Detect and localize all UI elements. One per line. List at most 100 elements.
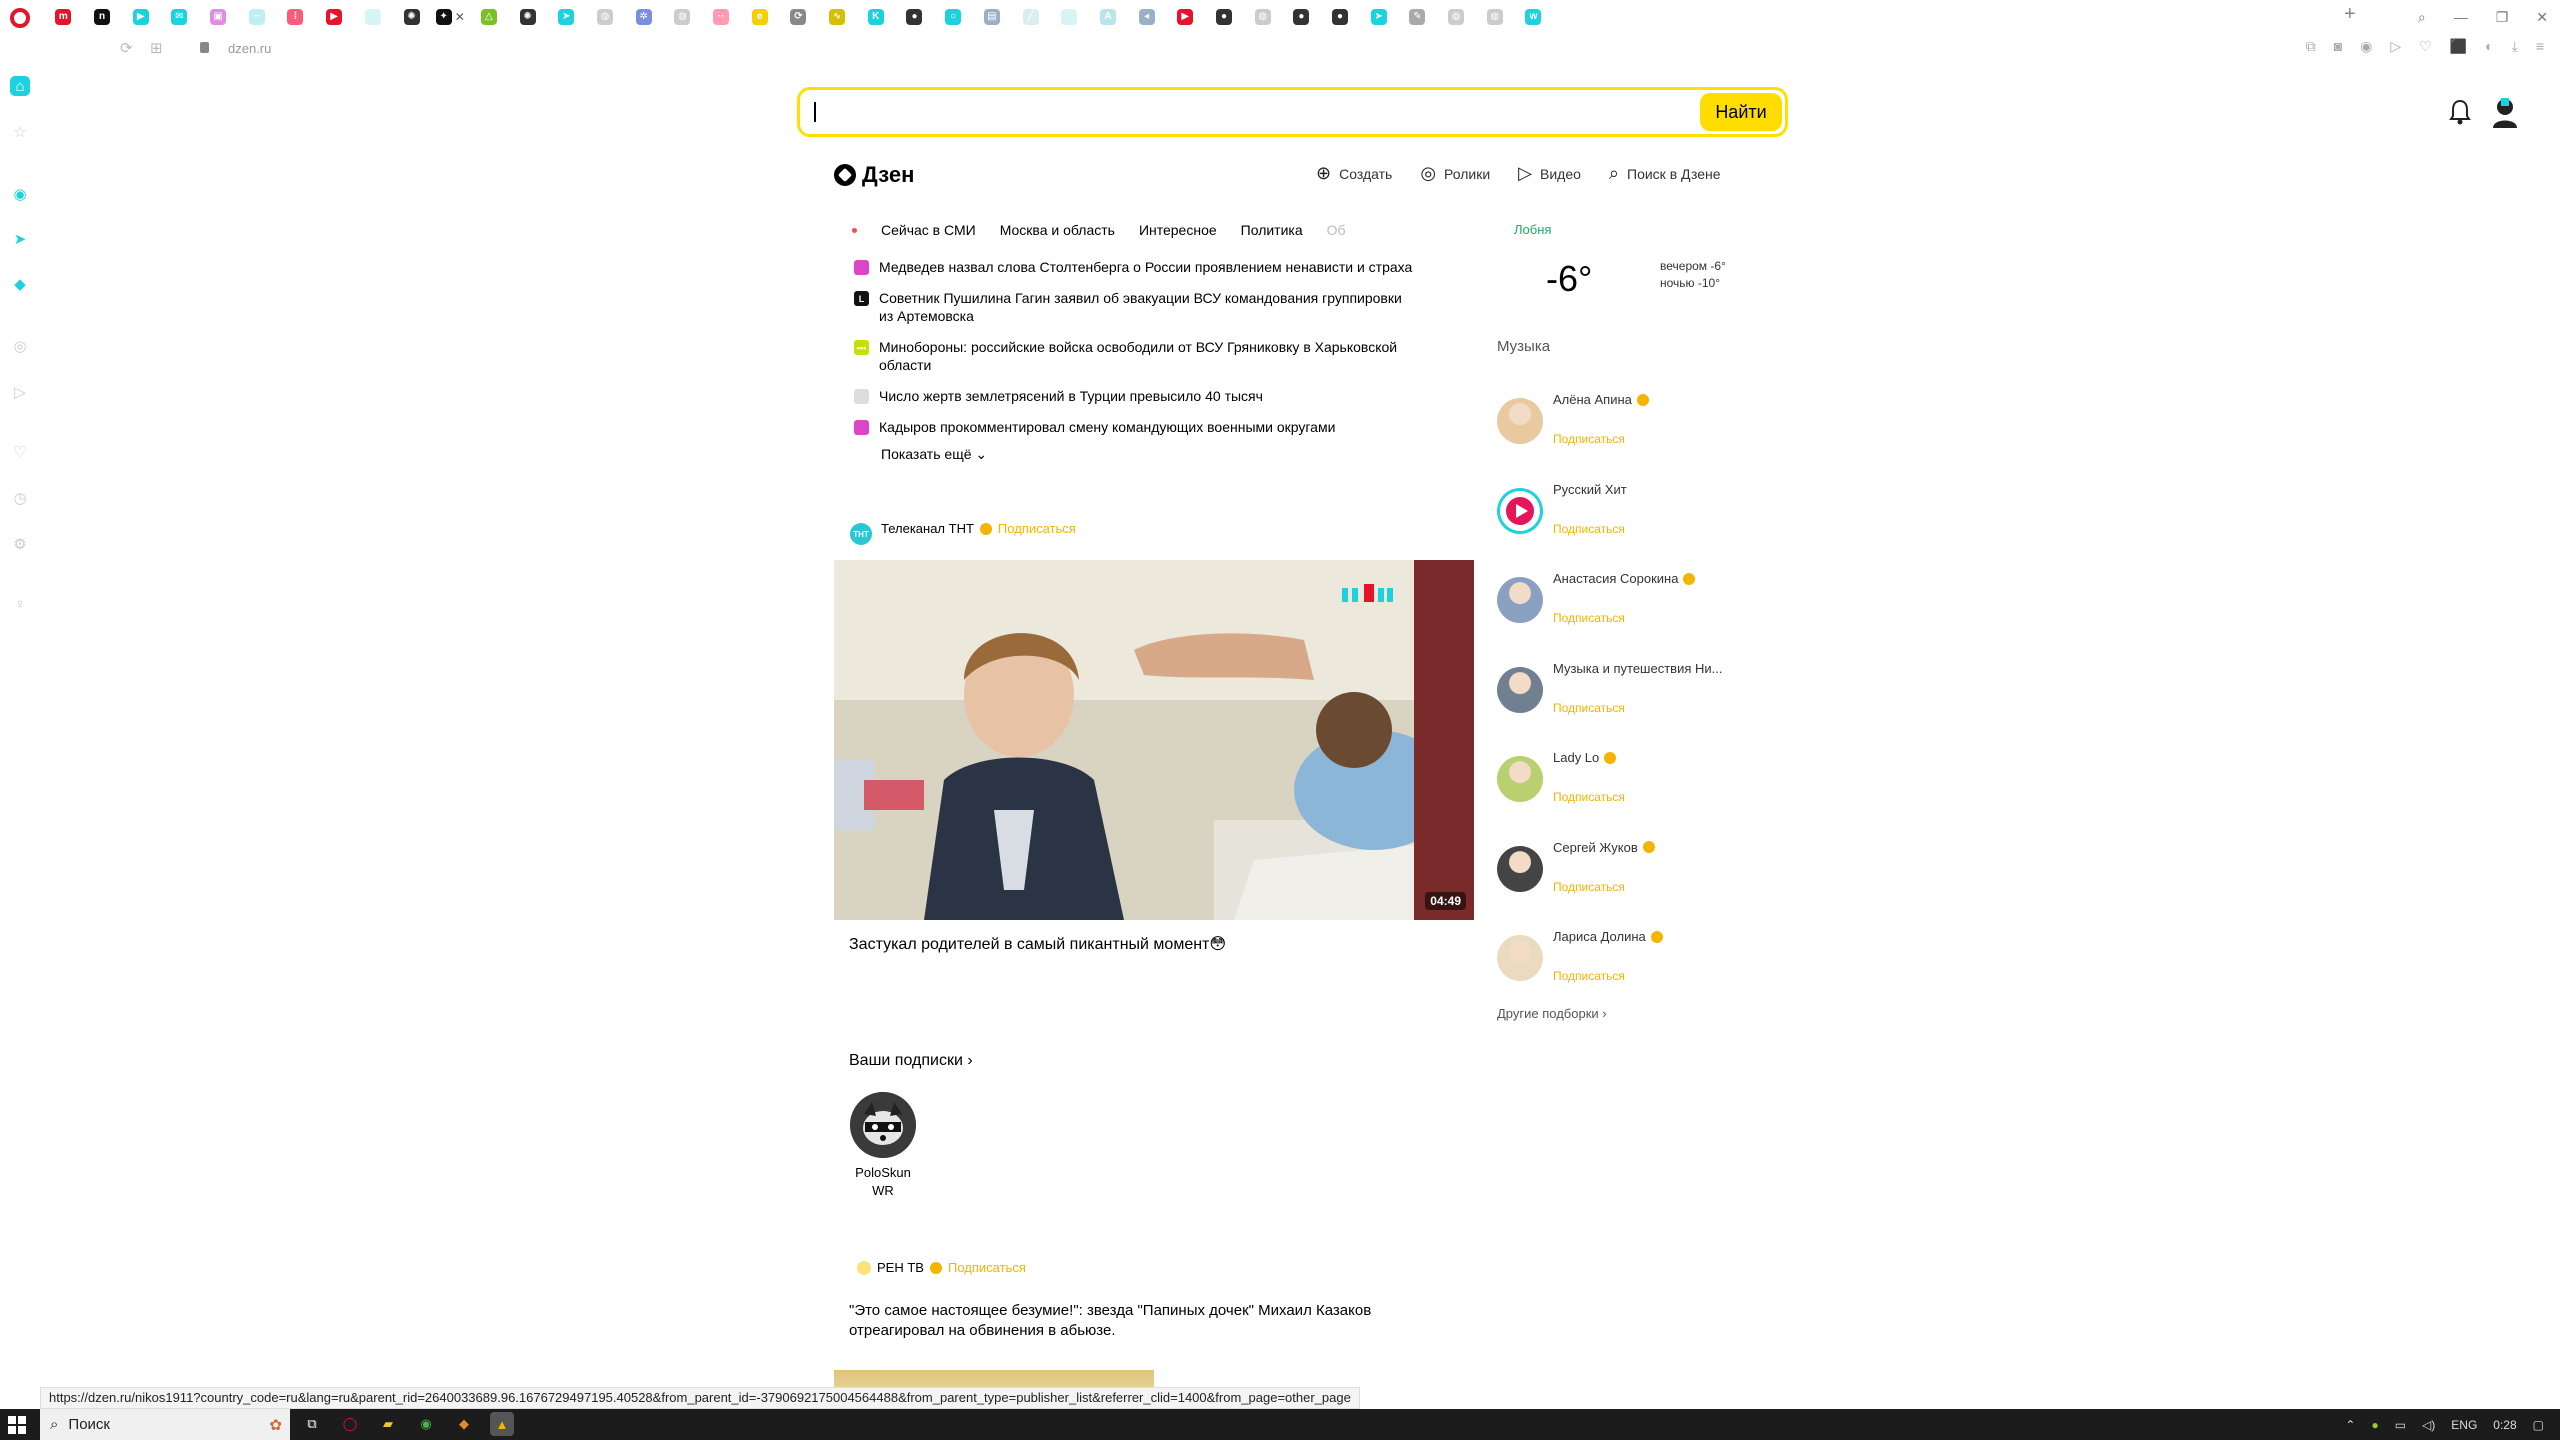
browser-tab[interactable]: ▶ <box>1166 0 1205 34</box>
download-icon[interactable]: ⤓ <box>2512 38 2518 55</box>
browser-tab[interactable]: ∿ <box>818 0 857 34</box>
browser-tab[interactable]: m <box>44 0 83 34</box>
subscribe-link[interactable]: Подписаться <box>1553 701 1625 715</box>
dzen-logo[interactable]: Дзен <box>834 162 914 188</box>
new-tab-button[interactable]: + <box>2344 3 2356 26</box>
browser-tab[interactable]: ◍ <box>1437 0 1476 34</box>
windows-start-icon[interactable] <box>8 1416 26 1434</box>
heart-icon[interactable]: ♡ <box>2419 38 2432 55</box>
vk-icon[interactable]: ◆ <box>10 274 30 294</box>
post-title[interactable]: Застукал родителей в самый пикантный мом… <box>849 934 1226 954</box>
tab-now-in-media[interactable]: Сейчас в СМИ <box>881 222 976 238</box>
post-title[interactable]: "Это самое настоящее безумие!": звезда "… <box>849 1301 1409 1341</box>
browser-tab[interactable]: K <box>856 0 895 34</box>
search-input[interactable] <box>822 98 1722 126</box>
vpn-icon[interactable]: ◉ <box>2360 38 2372 55</box>
music-artist-item[interactable]: Лариса Долина Подписаться <box>1497 929 1757 1009</box>
camera-icon[interactable]: ◙ <box>2334 38 2342 55</box>
browser-tab[interactable]: ● <box>1282 0 1321 34</box>
artist-avatar[interactable] <box>1497 845 1543 892</box>
screenshot-icon[interactable]: ⧉ <box>2306 38 2316 55</box>
weather-widget[interactable]: Лобня -6° вечером -6° ночью -10° <box>1514 222 1754 299</box>
channel-avatar[interactable]: ТНТ <box>850 523 872 545</box>
browser-tab[interactable]: ·· <box>702 0 741 34</box>
player-icon[interactable]: ◎ <box>10 336 30 356</box>
browser-tab[interactable]: n <box>83 0 122 34</box>
tab-search-icon[interactable]: ⌕ <box>2418 9 2426 26</box>
browser-tab[interactable]: ◍ <box>586 0 625 34</box>
browser-tab[interactable]: ✲ <box>624 0 663 34</box>
browser-tab[interactable]: ⟳ <box>779 0 818 34</box>
tips-icon[interactable]: ♀ <box>10 594 30 614</box>
artist-name[interactable]: Алёна Апина <box>1553 392 1649 407</box>
artist-avatar[interactable] <box>1497 935 1543 981</box>
bookmarks-icon[interactable]: ☆ <box>10 122 30 142</box>
speed-dial-icon[interactable]: ⊞ <box>150 39 163 57</box>
browser-tab[interactable]: ✦ ✕ <box>431 0 470 34</box>
artist-name[interactable]: Сергей Жуков <box>1553 840 1655 855</box>
app-icon[interactable]: ◆ <box>452 1412 476 1436</box>
browser-tab[interactable] <box>1050 0 1089 34</box>
browser-tab[interactable]: ✺ <box>392 0 431 34</box>
browser-tab[interactable]: ✺ <box>508 0 547 34</box>
subscribe-link[interactable]: Подписаться <box>1553 522 1625 536</box>
search-button[interactable]: Найти <box>1700 93 1782 131</box>
browser-tab[interactable]: e <box>740 0 779 34</box>
notifications-icon[interactable]: ▢ <box>2533 1418 2544 1432</box>
browser-tab[interactable]: ▶ <box>121 0 160 34</box>
browser-tab[interactable]: ● <box>1205 0 1244 34</box>
opera-menu-icon[interactable] <box>10 8 30 28</box>
active-app-icon[interactable]: ▲ <box>490 1412 514 1436</box>
reload-icon[interactable]: ⟳ <box>120 39 133 57</box>
subscribe-link[interactable]: Подписаться <box>1553 969 1625 983</box>
network-icon[interactable]: ▭ <box>2395 1418 2406 1432</box>
browser-tab[interactable]: ➤ <box>1359 0 1398 34</box>
close-tab-icon[interactable]: ✕ <box>455 10 465 24</box>
subscribe-link[interactable]: Подписаться <box>1553 880 1625 894</box>
task-view-icon[interactable]: ⧉ <box>300 1412 324 1436</box>
language-indicator[interactable]: ENG <box>2451 1418 2477 1432</box>
send-icon[interactable]: ▷ <box>2390 38 2401 55</box>
news-item[interactable]: L Советник Пушилина Гагин заявил об эваку… <box>854 289 1414 325</box>
browser-tab[interactable]: ◍ <box>1475 0 1514 34</box>
artist-avatar[interactable] <box>1497 666 1543 713</box>
music-artist-item[interactable]: Музыка и путешествия Ни... Подписаться <box>1497 661 1757 741</box>
artist-avatar[interactable] <box>1497 487 1543 534</box>
telegram-icon[interactable]: ➤ <box>10 229 30 249</box>
browser-tab[interactable]: ◂ <box>1127 0 1166 34</box>
home-icon[interactable]: ⌂ <box>10 76 30 96</box>
browser-tab[interactable]: ✎ <box>1398 0 1437 34</box>
menu-icon[interactable]: ≡ <box>2536 38 2544 55</box>
nav-shorts[interactable]: ◎ Ролики <box>1420 163 1490 184</box>
artist-name[interactable]: Музыка и путешествия Ни... <box>1553 661 1722 676</box>
settings-icon[interactable]: ⚙ <box>10 534 30 554</box>
show-more-button[interactable]: Показать ещё ⌄ <box>881 446 987 463</box>
channel-name[interactable]: РЕН ТВ <box>877 1260 924 1275</box>
news-item[interactable]: Число жертв землетрясений в Турции превы… <box>854 387 1414 405</box>
music-artist-item[interactable]: Lady Lo Подписаться <box>1497 750 1757 830</box>
tab-society[interactable]: Об <box>1327 222 1346 238</box>
news-item[interactable]: Медведев назвал слова Столтенберга о Рос… <box>854 258 1414 276</box>
browser-tab[interactable]: w <box>1514 0 1553 34</box>
favorites-icon[interactable]: ♡ <box>10 442 30 462</box>
clock[interactable]: 0:28 <box>2493 1418 2516 1432</box>
music-artist-item[interactable]: Русский Хит Подписаться <box>1497 482 1757 562</box>
other-collections-link[interactable]: Другие подборки › <box>1497 1006 1607 1021</box>
opera-app-icon[interactable]: ◯ <box>338 1412 362 1436</box>
nav-search[interactable]: ⌕ Поиск в Дзене <box>1609 163 1721 184</box>
artist-avatar[interactable] <box>1497 398 1543 444</box>
notifications-bell-icon[interactable] <box>2448 98 2472 126</box>
subscribe-link[interactable]: Подписаться <box>1553 432 1625 446</box>
news-item[interactable]: ••• Минобороны: российские войска освобод… <box>854 338 1414 374</box>
restore-button[interactable]: ❐ <box>2496 9 2509 26</box>
browser-tab[interactable]: ╱ <box>1011 0 1050 34</box>
sync-icon[interactable]: ◐ <box>2485 38 2493 55</box>
subscribe-link[interactable]: Подписаться <box>998 521 1076 536</box>
music-artist-item[interactable]: Сергей Жуков Подписаться <box>1497 840 1757 920</box>
subscription-item[interactable]: PoloSkun WR <box>850 1092 916 1200</box>
user-avatar[interactable] <box>2490 96 2520 128</box>
browser-tab[interactable]: ~ <box>237 0 276 34</box>
tab-politics[interactable]: Политика <box>1241 222 1303 238</box>
nav-create[interactable]: ⊕ Создать <box>1316 163 1392 184</box>
browser-tab[interactable]: ▤ <box>973 0 1012 34</box>
